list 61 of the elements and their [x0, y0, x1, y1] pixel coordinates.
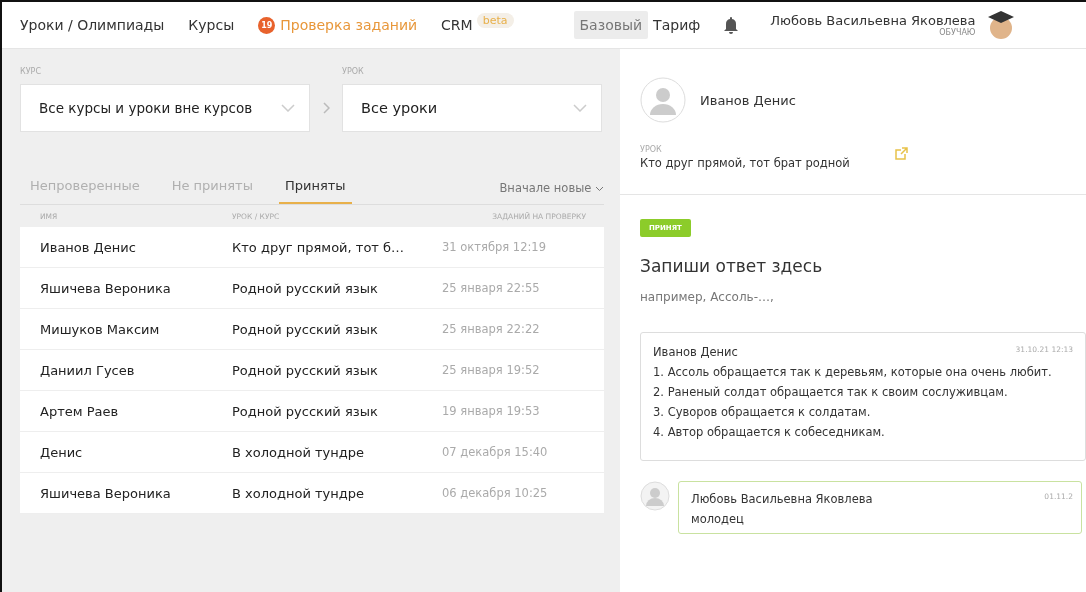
- table-row[interactable]: Денис В холодной тундре 07 декабря 15:40: [20, 432, 604, 473]
- bell-icon[interactable]: [724, 16, 739, 34]
- chevron-down-icon: [595, 186, 604, 192]
- chevron-down-icon: [573, 104, 587, 112]
- chevron-down-icon: [281, 104, 295, 112]
- sort-dropdown[interactable]: Вначале новые: [499, 181, 604, 195]
- field-label: КУРС: [20, 67, 42, 76]
- table-cell-text: Яшичева Вероника: [39, 280, 172, 296]
- table-cell-text: Мишуков Максим: [39, 321, 161, 337]
- lesson-title: Кто друг прямой, тот брат родной: [640, 156, 850, 170]
- count-badge: 19: [258, 16, 276, 34]
- answer-text: 2. Раненый солдат обращается так к своим сослуживцам.: [653, 384, 1009, 401]
- task-hint: например, Ассоль-…,: [640, 290, 775, 304]
- table-row[interactable]: Мишуков Максим Родной русский язык 25 января 22:22: [20, 309, 604, 350]
- student-name: Иванов Денис: [700, 92, 796, 108]
- select-field[interactable]: Все уроки: [342, 84, 602, 132]
- answer-text: 3. Суворов обращается к солдатам.: [653, 404, 872, 421]
- field-label: УРОК: [342, 67, 365, 76]
- table-cell-text: Родной русский язык: [232, 403, 379, 419]
- table-row[interactable]: Яшичева Вероника В холодной тундре 06 декабря 10:25: [20, 473, 604, 514]
- table-row[interactable]: Яшичева Вероника Родной русский язык 25 января 22:55: [20, 268, 604, 309]
- table-cell-text: 31 октября 12:19: [442, 240, 547, 254]
- nav-link[interactable]: Уроки / Олимпиады: [20, 17, 165, 33]
- table-cell-text: 25 января 19:52: [442, 363, 541, 377]
- table-cell-text: Денис: [39, 444, 84, 460]
- user-role: ОБУЧАЮ: [939, 28, 976, 37]
- table-row[interactable]: Артем Раев Родной русский язык 19 января 19:53: [20, 391, 604, 432]
- table-cell-text: Артем Раев: [39, 403, 120, 419]
- table-row[interactable]: Даниил Гусев Родной русский язык 25 января 19:52: [20, 350, 604, 391]
- select-field[interactable]: Все курсы и уроки вне курсов: [20, 84, 310, 132]
- table-cell-text: В холодной тундре: [232, 485, 365, 501]
- table-cell-text: Яшичева Вероника: [39, 485, 172, 501]
- nav-link[interactable]: Курсы: [188, 17, 235, 33]
- author-name: Любовь Васильевна Яковлева: [691, 492, 873, 506]
- chevron-right-icon: [322, 102, 330, 114]
- tab[interactable]: Приняты: [278, 172, 352, 204]
- table-cell-text: Родной русский язык: [232, 362, 379, 378]
- table-row[interactable]: Иванов Денис Кто друг прямой, тот б… 31 октября 12:19: [20, 227, 604, 268]
- answer-text: 4. Автор обращается к собеседникам.: [653, 424, 886, 441]
- table-cell-text: Даниил Гусев: [39, 362, 136, 378]
- table-cell-text: Кто друг прямой, тот б…: [232, 239, 406, 255]
- plan-badge[interactable]: Базовый: [573, 11, 649, 39]
- table-cell-text: В холодной тундре: [232, 444, 365, 460]
- table-cell-text: Родной русский язык: [232, 321, 379, 337]
- plan-link[interactable]: Тариф: [653, 17, 701, 33]
- table-cell-text: Родной русский язык: [232, 280, 379, 296]
- user-name: Любовь Васильевна Яковлева: [770, 13, 976, 28]
- comment-text: молодец: [691, 511, 745, 528]
- author-name: Иванов Денис: [653, 345, 738, 359]
- avatar-icon: [640, 77, 686, 123]
- table-cell-text: 07 декабря 15:40: [442, 445, 549, 459]
- beta-tag: beta: [476, 12, 514, 28]
- table-cell-text: 19 января 19:53: [442, 404, 541, 418]
- task-title: Запиши ответ здесь: [640, 256, 824, 276]
- answer-text: 1. Ассоль обращается так к деревьям, которые она очень любит.: [653, 364, 1053, 381]
- table-cell-text: 06 декабря 10:25: [442, 486, 549, 500]
- field-label: УРОК: [640, 145, 663, 154]
- avatar-icon: [640, 481, 670, 511]
- table-cell-text: Иванов Денис: [39, 239, 137, 255]
- table-cell-text: 25 января 22:22: [442, 322, 541, 336]
- table-cell-text: 25 января 22:55: [442, 281, 541, 295]
